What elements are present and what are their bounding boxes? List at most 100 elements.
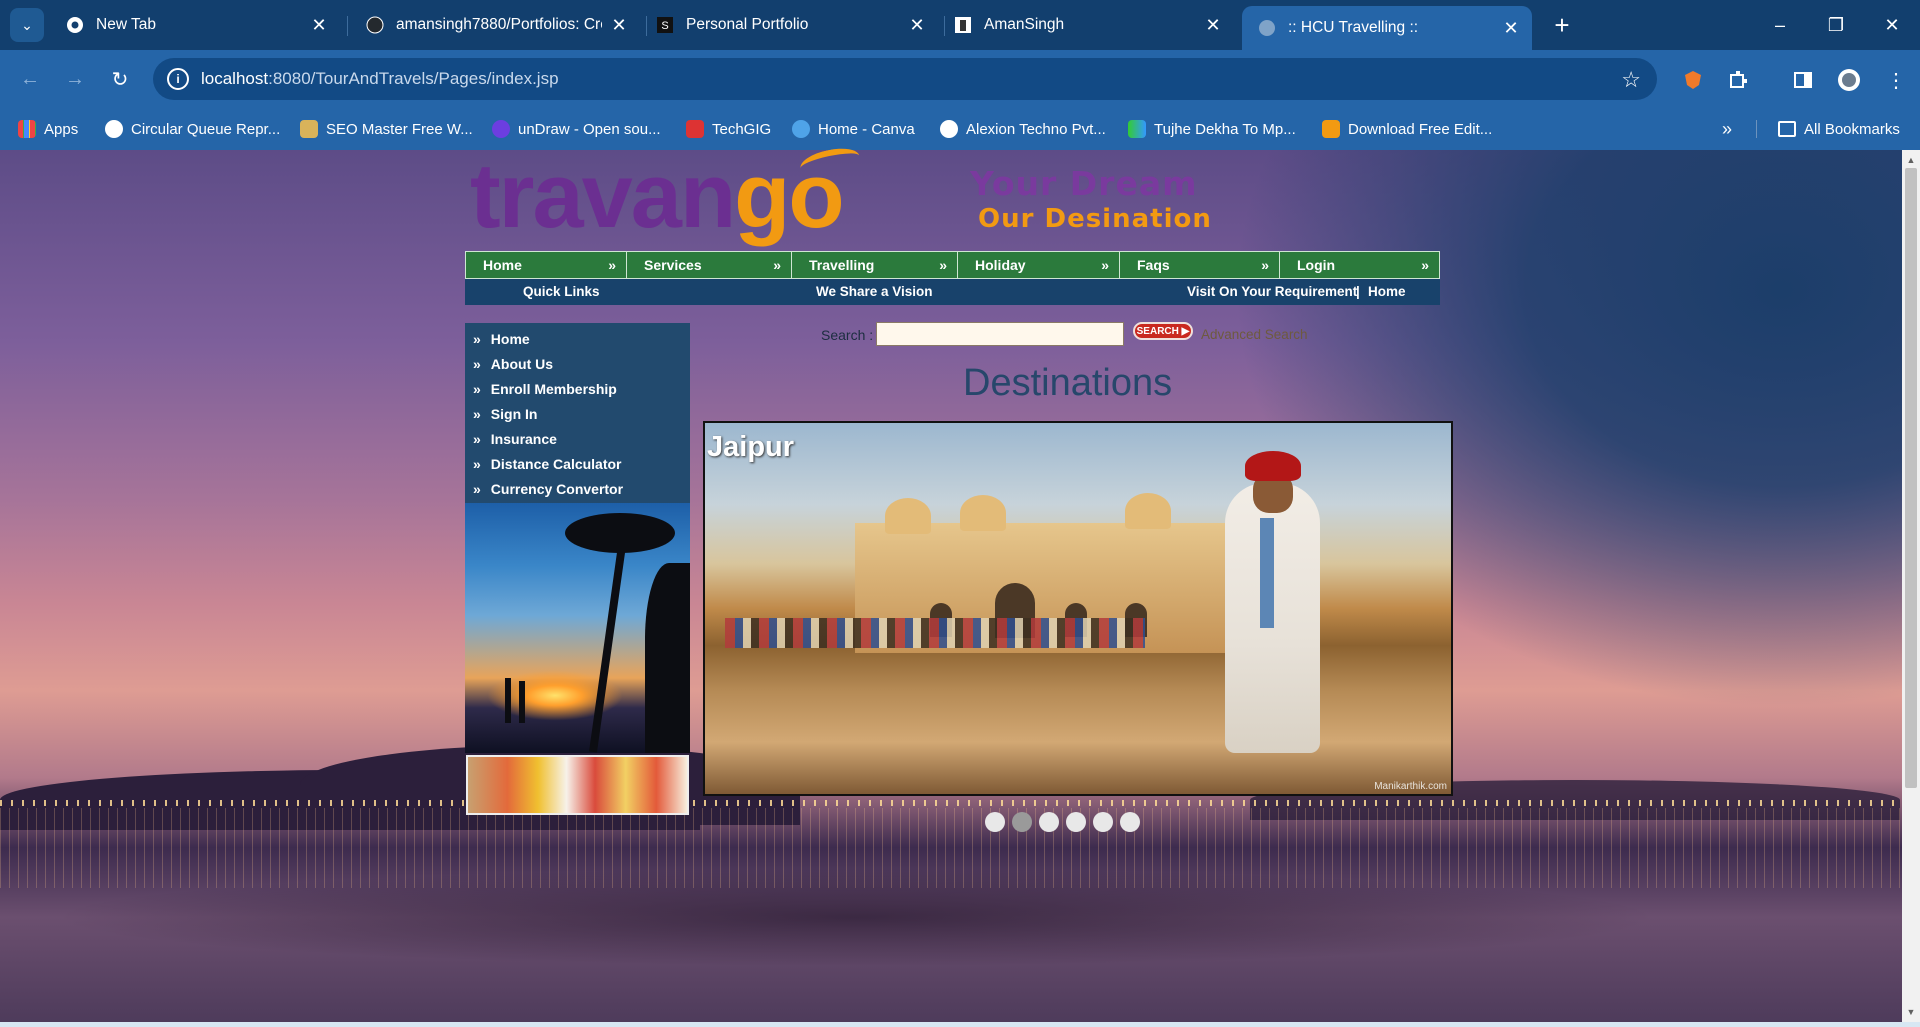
- sidebar-item-label: Sign In: [490, 406, 538, 422]
- bookmark-label: Alexion Techno Pvt...: [966, 120, 1106, 138]
- sidebar-item-insurance[interactable]: » Insurance: [473, 431, 557, 447]
- bookmark-techgig[interactable]: TechGIG: [686, 108, 771, 150]
- sidebar-item-currency-convertor[interactable]: » Currency Convertor: [473, 481, 623, 497]
- nav-item-login[interactable]: Login »: [1280, 252, 1439, 278]
- tab-new-tab[interactable]: New Tab ✕: [50, 6, 340, 44]
- reload-button[interactable]: ↻: [104, 63, 136, 95]
- nav-item-home[interactable]: Home »: [466, 252, 627, 278]
- sidebar-item-distance-calculator[interactable]: » Distance Calculator: [473, 456, 622, 472]
- scroll-up-arrow[interactable]: ▲: [1902, 152, 1920, 168]
- minimize-button[interactable]: –: [1752, 0, 1808, 50]
- reload-icon: ↻: [111, 68, 129, 91]
- sidebar-item-label: Insurance: [490, 431, 557, 447]
- elephant-procession: [725, 618, 1145, 648]
- tab-amansingh[interactable]: AmanSingh ✕: [938, 6, 1234, 44]
- separator: |: [1356, 284, 1360, 299]
- sidebar-item-label: About Us: [490, 356, 554, 372]
- subnav-home-link[interactable]: Home: [1368, 284, 1406, 299]
- sidebar-item-home[interactable]: » Home: [473, 331, 530, 347]
- bookmark-apps[interactable]: Apps: [18, 108, 78, 150]
- back-button[interactable]: ←: [14, 63, 46, 95]
- slide-dot[interactable]: [985, 812, 1005, 832]
- star-icon[interactable]: ☆: [1621, 67, 1641, 93]
- bookmark-undraw[interactable]: unDraw - Open sou...: [492, 108, 661, 150]
- close-icon[interactable]: ✕: [610, 15, 628, 36]
- fort-dome: [885, 498, 931, 534]
- nav-item-holiday[interactable]: Holiday »: [958, 252, 1120, 278]
- tab-personal-portfolio[interactable]: S Personal Portfolio ✕: [640, 6, 938, 44]
- bookmarks-divider: [1756, 120, 1757, 138]
- github-icon: [366, 16, 384, 34]
- destination-slide-image[interactable]: Jaipur Manikarthik.com: [703, 421, 1453, 796]
- tab-hcu-travelling[interactable]: :: HCU Travelling :: ✕: [1242, 6, 1532, 50]
- slide-caption: Jaipur: [707, 431, 795, 463]
- close-icon[interactable]: ✕: [1204, 15, 1222, 36]
- search-button[interactable]: SEARCH ▶: [1133, 322, 1193, 340]
- bookmark-canva[interactable]: Home - Canva: [792, 108, 915, 150]
- bookmark-tujhe-dekha[interactable]: Tujhe Dekha To Mp...: [1128, 108, 1296, 150]
- sidebar-item-sign-in[interactable]: » Sign In: [473, 406, 537, 422]
- tab-search-button[interactable]: ⌄: [10, 8, 44, 42]
- play-arrow-icon: ▶: [1181, 325, 1190, 337]
- bookmark-seo-master[interactable]: SEO Master Free W...: [300, 108, 473, 150]
- bookmark-download-free[interactable]: Download Free Edit...: [1322, 108, 1492, 150]
- close-window-button[interactable]: ✕: [1864, 0, 1920, 50]
- download-icon: [1322, 120, 1340, 138]
- search-input[interactable]: [876, 322, 1124, 346]
- close-icon[interactable]: ✕: [908, 15, 926, 36]
- forward-button[interactable]: →: [59, 63, 91, 95]
- musician-scarf: [1260, 518, 1274, 628]
- side-panel-icon[interactable]: [1787, 64, 1819, 96]
- address-bar[interactable]: i localhost:8080/TourAndTravels/Pages/in…: [153, 58, 1657, 100]
- chevron-right-icon: »: [473, 406, 481, 422]
- nav-item-faqs[interactable]: Faqs »: [1120, 252, 1280, 278]
- double-chevron-right-icon: »: [1722, 118, 1733, 139]
- restore-button[interactable]: ❐: [1808, 0, 1864, 50]
- bookmarks-overflow-button[interactable]: »: [1722, 108, 1732, 150]
- advanced-search-link[interactable]: Advanced Search: [1201, 327, 1308, 342]
- slide-dot[interactable]: [1066, 812, 1086, 832]
- globe-icon: [105, 120, 123, 138]
- new-tab-button[interactable]: +: [1545, 8, 1579, 42]
- dancers-thumbnail-image[interactable]: [466, 755, 689, 815]
- minimize-icon: –: [1774, 14, 1785, 35]
- scroll-down-arrow[interactable]: ▼: [1902, 1004, 1920, 1020]
- bookmark-label: Download Free Edit...: [1348, 120, 1493, 138]
- quick-links-link[interactable]: Quick Links: [523, 284, 600, 299]
- chevron-right-icon: »: [473, 331, 481, 347]
- bookmark-circular-queue[interactable]: Circular Queue Repr...: [105, 108, 280, 150]
- menu-kebab-icon[interactable]: ⋮: [1880, 64, 1912, 96]
- profile-avatar-icon[interactable]: [1833, 64, 1865, 96]
- tagline-primary: Your Dream: [970, 164, 1198, 203]
- chevron-right-icon: »: [1261, 257, 1269, 273]
- bookmark-alexion[interactable]: Alexion Techno Pvt...: [940, 108, 1106, 150]
- site-logo[interactable]: travango: [470, 150, 845, 242]
- chevron-right-icon: »: [473, 381, 481, 397]
- slide-dot[interactable]: [1012, 812, 1032, 832]
- close-icon[interactable]: ✕: [310, 15, 328, 36]
- undraw-icon: [492, 120, 510, 138]
- search-label: Search :: [821, 327, 874, 343]
- all-bookmarks-button[interactable]: All Bookmarks: [1778, 108, 1900, 150]
- sidebar-item-label: Distance Calculator: [490, 456, 622, 472]
- nav-item-services[interactable]: Services »: [627, 252, 792, 278]
- scrollbar-thumb[interactable]: [1905, 168, 1917, 788]
- close-icon[interactable]: ✕: [1502, 18, 1520, 39]
- sidebar-item-about-us[interactable]: » About Us: [473, 356, 553, 372]
- slide-dot[interactable]: [1120, 812, 1140, 832]
- slide-dot[interactable]: [1093, 812, 1113, 832]
- info-icon[interactable]: i: [167, 68, 189, 90]
- vision-link[interactable]: We Share a Vision: [816, 284, 933, 299]
- beach-sunset-image: [465, 503, 690, 753]
- requirement-link[interactable]: Visit On Your Requirement: [1187, 284, 1357, 299]
- chevron-right-icon: »: [473, 356, 481, 372]
- slide-dot[interactable]: [1039, 812, 1059, 832]
- city-lights: [0, 800, 1900, 806]
- extension-shield-icon[interactable]: [1677, 64, 1709, 96]
- tab-github[interactable]: amansingh7880/Portfolios: Cre ✕: [350, 6, 640, 44]
- extensions-puzzle-icon[interactable]: [1722, 64, 1754, 96]
- tab-title: amansingh7880/Portfolios: Cre: [396, 16, 602, 33]
- nav-item-travelling[interactable]: Travelling »: [792, 252, 958, 278]
- palm-leaves: [565, 513, 675, 553]
- sidebar-item-enroll-membership[interactable]: » Enroll Membership: [473, 381, 617, 397]
